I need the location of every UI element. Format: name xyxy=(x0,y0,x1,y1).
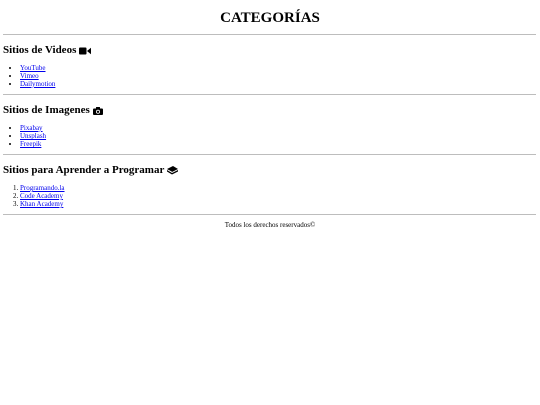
link-list: YouTube Vimeo Dailymotion xyxy=(3,64,55,88)
link-programando[interactable]: Programando.la xyxy=(20,184,65,192)
link-dailymotion[interactable]: Dailymotion xyxy=(20,80,55,88)
list-item: Pixabay xyxy=(20,124,46,132)
list-item: Code Academy xyxy=(20,192,65,200)
divider xyxy=(3,154,536,155)
section-heading: Sitios de Videos xyxy=(3,44,536,57)
section-heading: Sitios para Aprender a Programar xyxy=(3,164,536,177)
camera-icon xyxy=(92,106,103,115)
list-item: YouTube xyxy=(20,64,55,72)
section-heading: Sitios de Imagenes xyxy=(3,104,536,117)
link-vimeo[interactable]: Vimeo xyxy=(20,72,39,80)
link-code-academy[interactable]: Code Academy xyxy=(20,192,63,200)
link-list: Pixabay Unsplash Freepik xyxy=(3,124,46,148)
divider xyxy=(3,94,536,95)
link-unsplash[interactable]: Unsplash xyxy=(20,132,46,140)
section-images: Sitios de Imagenes Pixabay Unsplash Free… xyxy=(3,104,536,148)
list-item: Unsplash xyxy=(20,132,46,140)
section-heading-text: Sitios de Videos xyxy=(3,44,77,56)
link-khan-academy[interactable]: Khan Academy xyxy=(20,200,63,208)
footer-text: Todos los derechos reservados© xyxy=(224,221,316,229)
page-title: CATEGORÍAS xyxy=(220,10,320,26)
link-list: Programando.la Code Academy Khan Academy xyxy=(3,184,65,208)
list-item: Khan Academy xyxy=(20,200,65,208)
book-icon xyxy=(167,166,179,175)
page: CATEGORÍAS Sitios de Videos YouTube Vime… xyxy=(0,0,540,405)
list-item: Dailymotion xyxy=(20,80,55,88)
link-youtube[interactable]: YouTube xyxy=(20,64,46,72)
link-pixabay[interactable]: Pixabay xyxy=(20,124,43,132)
section-heading-text: Sitios para Aprender a Programar xyxy=(3,164,165,176)
section-heading-text: Sitios de Imagenes xyxy=(3,104,90,116)
video-camera-icon xyxy=(79,47,92,55)
list-item: Freepik xyxy=(20,140,46,148)
section-videos: Sitios de Videos YouTube Vimeo Dailymoti… xyxy=(3,44,536,88)
list-item: Vimeo xyxy=(20,72,55,80)
list-item: Programando.la xyxy=(20,184,65,192)
link-freepik[interactable]: Freepik xyxy=(20,140,41,148)
section-programming: Sitios para Aprender a Programar Program… xyxy=(3,164,536,208)
divider xyxy=(3,34,536,35)
divider xyxy=(3,214,536,215)
